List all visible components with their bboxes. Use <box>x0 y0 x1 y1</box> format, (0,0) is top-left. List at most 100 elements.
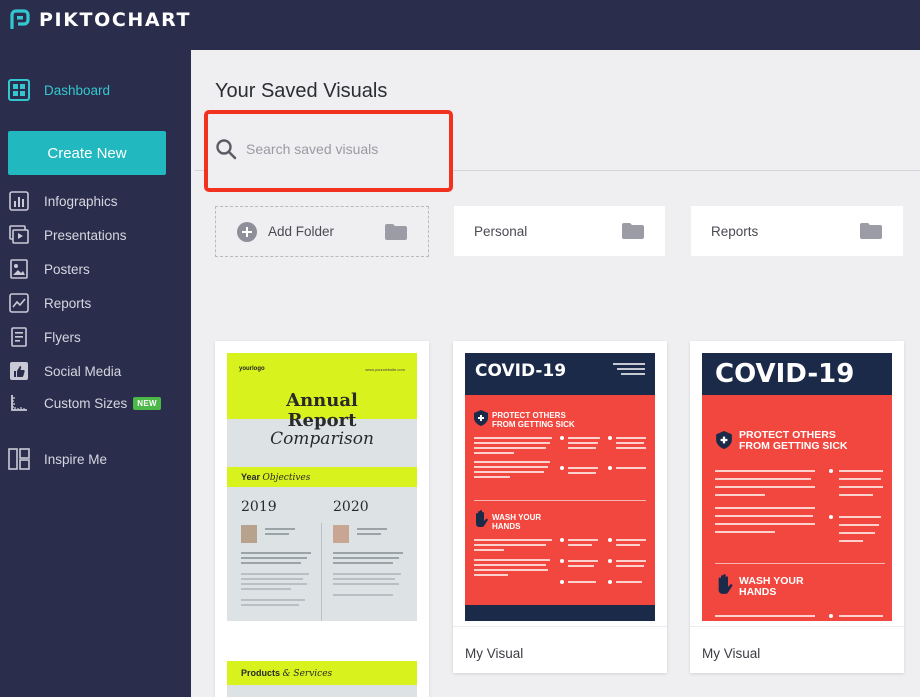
thumbnail-year-b: 2020 <box>333 499 369 515</box>
thumbnail-text-line <box>474 569 548 571</box>
thumbnail-text-line <box>568 544 592 546</box>
create-new-button[interactable]: Create New <box>8 131 166 175</box>
piktochart-logo-icon <box>10 9 30 29</box>
search-bar[interactable] <box>215 125 445 173</box>
thumbnail-text-line <box>474 437 552 439</box>
folder-icon <box>622 223 644 239</box>
thumbnail-logo: yourlogo <box>239 366 265 372</box>
thumbnail-text-line <box>241 604 299 606</box>
thumbnail-text-line <box>715 615 815 617</box>
sidebar-item-label: Posters <box>44 261 90 277</box>
thumbnail-text-line <box>839 470 883 472</box>
band-bold-text: Products <box>241 668 281 678</box>
thumbnail-bullet <box>608 466 612 470</box>
line-chart-icon <box>8 292 30 314</box>
thumbnail-text-line <box>474 574 508 576</box>
thumbnail-text-line <box>839 494 873 496</box>
folder-reports[interactable]: Reports <box>691 206 903 256</box>
thumbnail-text-line <box>241 599 305 601</box>
thumbs-up-icon <box>8 360 30 382</box>
image-icon <box>8 258 30 280</box>
sidebar-item-dashboard[interactable]: Dashboard <box>8 75 183 105</box>
sidebar-item-social-media[interactable]: Social Media <box>8 356 183 386</box>
visual-card-annual-report[interactable]: yourlogo www.yourwebsite.com Annual Repo… <box>215 341 429 697</box>
thumbnail-text-line <box>474 471 544 473</box>
add-folder-button[interactable]: Add Folder <box>215 206 429 257</box>
thumbnail-text-line <box>839 516 881 518</box>
thumbnail-text-line <box>839 540 863 542</box>
thumbnail-text-line <box>333 573 401 575</box>
thumbnail-text-line <box>616 437 646 439</box>
sidebar-item-inspire-me[interactable]: Inspire Me <box>8 444 183 474</box>
thumbnail-text-line <box>333 552 403 554</box>
shield-icon <box>474 410 488 426</box>
thumbnail-text-line <box>616 539 646 541</box>
sidebar-item-label: Dashboard <box>44 82 111 98</box>
sidebar-item-label: Infographics <box>44 193 118 209</box>
sidebar-item-infographics[interactable]: Infographics <box>8 186 183 216</box>
card-separator <box>453 626 667 627</box>
new-badge: NEW <box>133 396 161 410</box>
piktochart-logo[interactable]: PIKTOCHART <box>9 9 191 31</box>
thumbnail-section-heading: PROTECT OTHERS FROM GETTING SICK <box>739 429 848 452</box>
thumbnail-year-a: 2019 <box>241 499 277 515</box>
folder-label: Personal <box>474 223 528 239</box>
thumbnail-text-line <box>715 486 815 488</box>
thumbnail-text-line <box>616 447 646 449</box>
thumbnail-bullet <box>560 580 564 584</box>
visual-card-covid-1[interactable]: COVID-19 PROTECT OTHERS FROM GETTING SIC… <box>453 341 667 673</box>
thumbnail-section-band: Year Objectives <box>227 467 417 487</box>
thumbnail-text-line <box>333 562 393 564</box>
thumbnail-text-line <box>617 368 645 370</box>
thumbnail-text-line <box>568 539 598 541</box>
top-bar: PIKTOCHART <box>0 0 920 50</box>
thumbnail-text-line <box>839 478 881 480</box>
sidebar-item-label: Custom Sizes <box>44 395 128 411</box>
visual-card-covid-2[interactable]: COVID-19 PROTECT OTHERS FROM GETTING SIC… <box>690 341 904 673</box>
folder-label: Reports <box>711 223 759 239</box>
document-icon <box>8 326 30 348</box>
thumbnail-subtitle: Comparison <box>270 429 374 449</box>
thumbnail-bullet <box>608 559 612 563</box>
thumbnail-text-line <box>839 524 879 526</box>
thumbnail-text-line <box>616 442 644 444</box>
thumbnail-bullet <box>608 538 612 542</box>
thumbnail-bullet <box>560 559 564 563</box>
folder-label: Add Folder <box>268 224 335 239</box>
thumbnail-text-line <box>616 560 646 562</box>
thumbnail-text-line <box>616 467 646 469</box>
thumbnail-text-line <box>474 466 548 468</box>
sidebar-item-presentations[interactable]: Presentations <box>8 220 183 250</box>
thumbnail-text-line <box>568 472 596 474</box>
thumbnail-text-line <box>839 615 883 617</box>
thumbnail-text-line <box>241 573 309 575</box>
thumbnail-bullet <box>560 436 564 440</box>
thumbnail-text-line <box>474 544 546 546</box>
thumbnail-photo <box>333 525 349 543</box>
thumbnail-title: Report <box>287 410 357 431</box>
search-input[interactable] <box>246 141 426 157</box>
thumbnail-bullet <box>560 466 564 470</box>
sidebar-item-reports[interactable]: Reports <box>8 288 183 318</box>
thumbnail-text-line <box>568 581 596 583</box>
thumbnail-bullet <box>829 515 833 519</box>
sidebar-item-custom-sizes[interactable]: Custom Sizes NEW <box>8 388 183 418</box>
thumbnail-text-line <box>333 578 395 580</box>
thumbnail-text-line <box>613 363 645 365</box>
thumbnail-text-line <box>241 588 291 590</box>
visual-thumbnail: COVID-19 PROTECT OTHERS FROM GETTING SIC… <box>702 353 892 621</box>
folder-personal[interactable]: Personal <box>454 206 665 256</box>
thumbnail-text-line <box>474 476 510 478</box>
thumbnail-text-line <box>357 533 381 535</box>
visual-caption[interactable]: My Visual <box>465 646 523 661</box>
visual-thumbnail: yourlogo www.yourwebsite.com Annual Repo… <box>227 353 417 621</box>
thumbnail-footer <box>465 605 655 621</box>
thumbnail-divider <box>715 563 885 564</box>
thumbnail-text-line <box>474 559 550 561</box>
sidebar-item-label: Reports <box>44 295 92 311</box>
thumbnail-title: COVID-19 <box>475 361 567 381</box>
sidebar-item-posters[interactable]: Posters <box>8 254 183 284</box>
visual-caption[interactable]: My Visual <box>702 646 760 661</box>
hand-icon <box>718 574 733 594</box>
sidebar-item-flyers[interactable]: Flyers <box>8 322 183 352</box>
